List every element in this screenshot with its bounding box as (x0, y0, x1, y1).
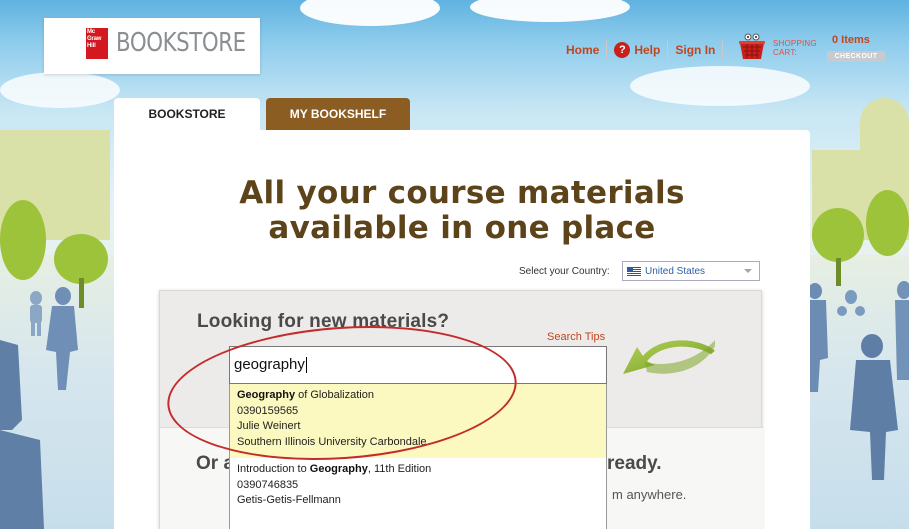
cart-label-line1: SHOPPING (773, 39, 817, 48)
logo-box[interactable]: Mc Graw Hill BOOKSTORE (44, 18, 260, 74)
nav-divider (667, 40, 669, 60)
tab-bookstore[interactable]: BOOKSTORE (114, 98, 260, 134)
suggestion-title-pre: Introduction to (237, 463, 310, 475)
mcgraw-hill-logo: Mc Graw Hill (86, 28, 108, 59)
suggestion-title-match: Geography (309, 463, 368, 475)
green-arrow-icon (623, 340, 715, 374)
hero-line-1: All your course materials (239, 175, 685, 211)
top-nav: Home ? Help Sign In (566, 38, 730, 62)
cart-item-count[interactable]: 0 Items (832, 34, 870, 46)
shopping-cart-label[interactable]: SHOPPING CART: (773, 39, 817, 57)
tab-my-bookshelf[interactable]: MY BOOKSHELF (266, 98, 410, 130)
help-link[interactable]: Help (634, 43, 660, 57)
hero-heading: All your course materials available in o… (114, 176, 810, 246)
help-link-wrap[interactable]: ? Help (614, 42, 660, 58)
chevron-down-icon (744, 269, 752, 273)
checkout-button[interactable]: CHECKOUT (827, 51, 885, 62)
suggestion-isbn: 0390746835 (237, 478, 299, 491)
country-select[interactable]: United States (622, 261, 760, 281)
country-selected-value: United States (645, 265, 706, 277)
shopping-cart-icon[interactable] (737, 31, 767, 61)
search-tips-link[interactable]: Search Tips (547, 331, 605, 343)
suggestion-title-rest: , 11th Edition (367, 463, 432, 475)
signin-link[interactable]: Sign In (675, 43, 715, 57)
suggestion-item[interactable]: Introduction to Geography, 11th Edition … (230, 458, 606, 513)
country-label: Select your Country: (519, 266, 610, 277)
us-flag-icon (627, 266, 641, 276)
suggestion-author: Getis-Getis-Fellmann (237, 494, 341, 506)
suggestion-title: Introduction to Geography, 11th Edition (237, 462, 606, 478)
cart-label-line2: CART: (773, 48, 797, 57)
nav-divider (722, 40, 724, 60)
hero-line-2: available in one place (268, 210, 656, 246)
home-link[interactable]: Home (566, 43, 599, 57)
anywhere-text: m anywhere. (612, 487, 687, 502)
help-icon: ? (614, 42, 631, 58)
ready-text: ready. (607, 453, 662, 474)
nav-divider (606, 40, 608, 60)
brand-title: BOOKSTORE (116, 28, 246, 58)
